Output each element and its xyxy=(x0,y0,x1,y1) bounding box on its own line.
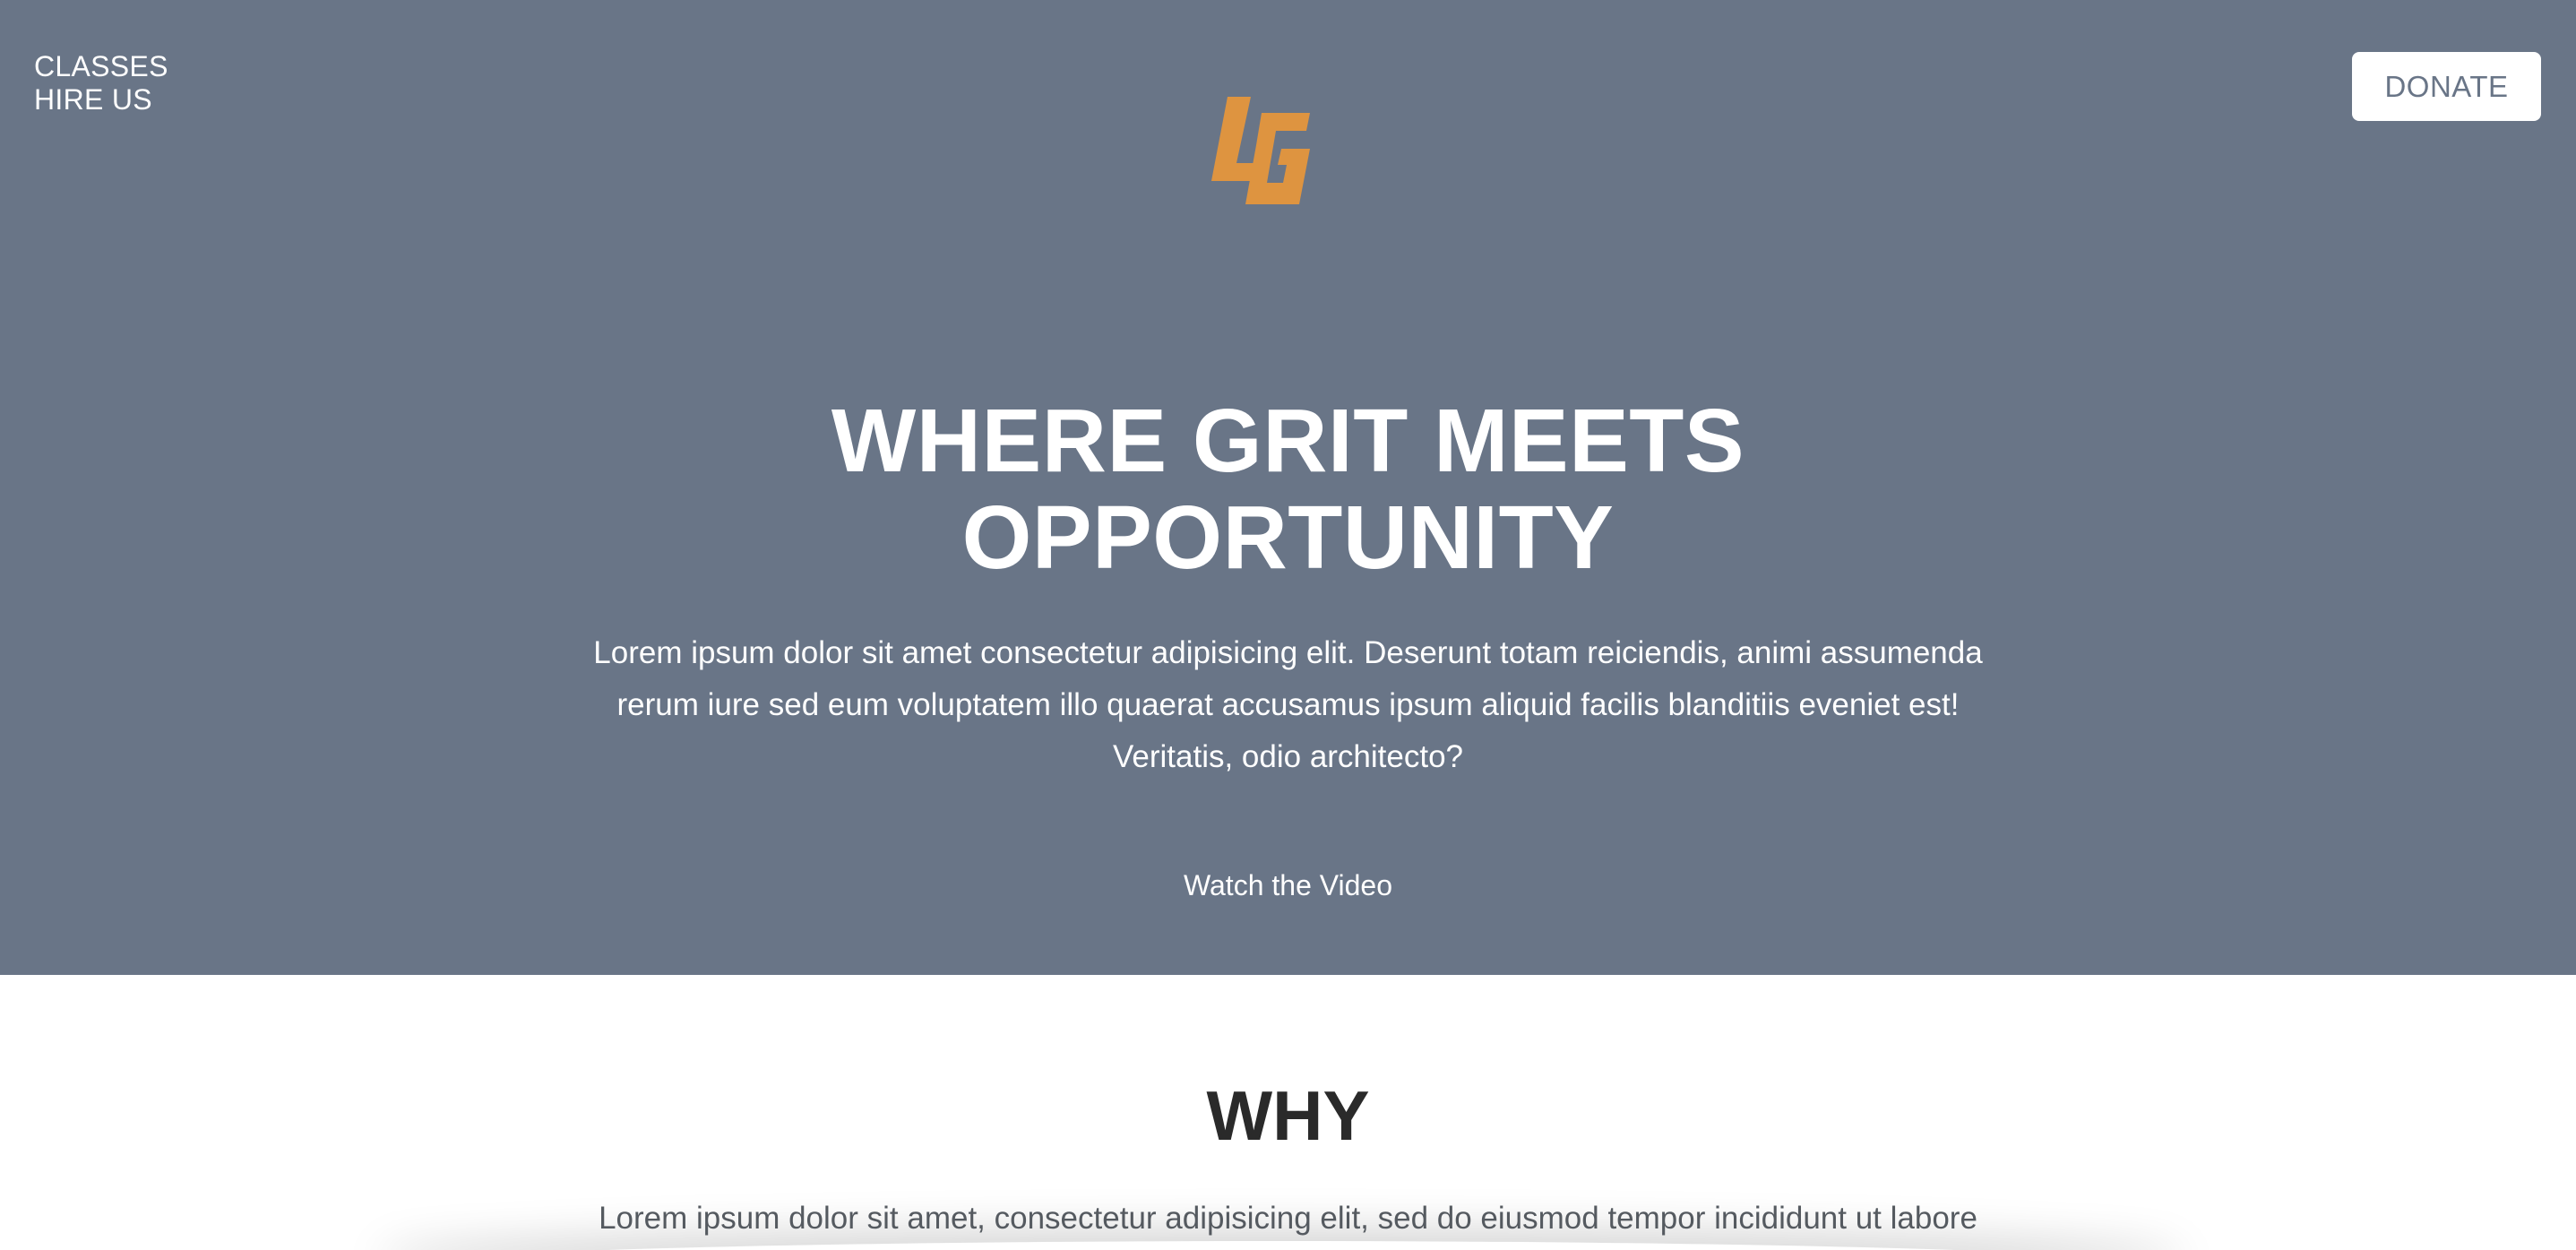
hero-description-line-1: Lorem ipsum dolor sit amet consectetur a… xyxy=(593,635,1983,670)
hero-section: CLASSES HIRE US DONATE WHERE GRIT MEETS … xyxy=(0,0,2576,975)
watch-video-link[interactable]: Watch the Video xyxy=(1184,869,1392,901)
why-description: Lorem ipsum dolor sit amet, consectetur … xyxy=(599,1201,1977,1236)
nav-link-hire-us[interactable]: HIRE US xyxy=(34,83,168,116)
landing-page: CLASSES HIRE US DONATE WHERE GRIT MEETS … xyxy=(0,0,2576,1250)
nav-link-classes[interactable]: CLASSES xyxy=(34,50,168,83)
hero-description-line-2: rerum iure sed eum voluptatem illo quaer… xyxy=(616,687,1960,722)
hero-description-line-3: Veritatis, odio architecto? xyxy=(1112,739,1464,774)
hero-description: Lorem ipsum dolor sit amet consectetur a… xyxy=(556,627,2020,783)
donate-button[interactable]: DONATE xyxy=(2352,52,2541,121)
hero-title-line-2: OPPORTUNITY xyxy=(961,487,1615,588)
main-nav: CLASSES HIRE US xyxy=(34,50,168,116)
watch-video-container: Watch the Video xyxy=(0,867,2576,903)
why-title: WHY xyxy=(1206,1076,1370,1155)
hero-title-line-1: WHERE GRIT MEETS xyxy=(831,391,1745,491)
lg-logo-icon[interactable] xyxy=(1201,93,1319,210)
hero-title: WHERE GRIT MEETS OPPORTUNITY xyxy=(0,392,2576,586)
